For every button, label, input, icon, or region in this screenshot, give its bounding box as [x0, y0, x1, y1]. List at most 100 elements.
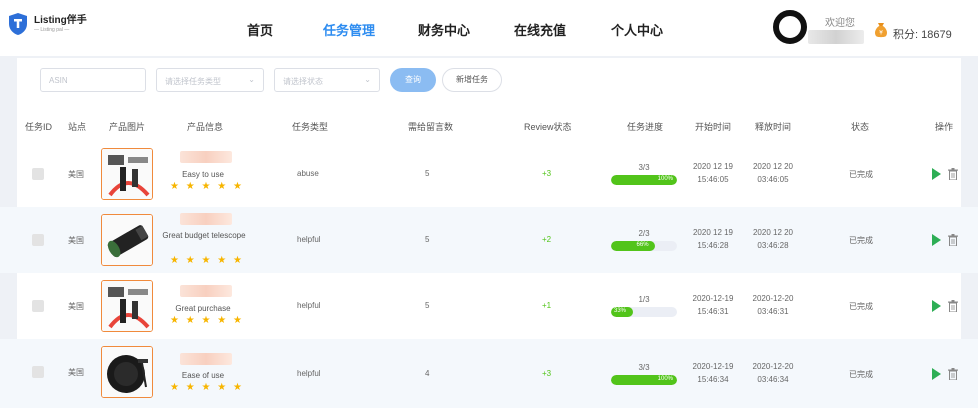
progress-fill: 33% [611, 307, 633, 317]
progress-percent: 100% [657, 376, 673, 382]
start-time-cell: 2020 12 19 15:46:05 [683, 160, 743, 186]
product-photo-icon [102, 347, 152, 397]
header-review-count: 需给留言数 [408, 122, 454, 132]
release-date: 2020 12 20 [752, 228, 794, 237]
start-clock: 15:46:31 [697, 307, 729, 316]
header-task-progress: 任务进度 [627, 122, 664, 132]
task-type-placeholder: 请选择任务类型 [165, 77, 221, 86]
status-select[interactable]: 请选择状态 ⌄ [274, 68, 380, 92]
trash-icon[interactable] [948, 168, 958, 180]
table-row: 美国 Easy to use ★ ★ ★ ★ ★ abuse 5 +3 3/3 … [0, 141, 978, 207]
release-time-cell: 2020-12-20 03:46:31 [743, 292, 803, 318]
start-time-cell: 2020-12-19 15:46:31 [683, 292, 743, 318]
task-id-blurred [32, 168, 44, 180]
chevron-down-icon: ⌄ [364, 75, 371, 84]
money-bag-icon: ¥ [875, 23, 887, 38]
site-cell: 美国 [68, 302, 84, 311]
product-photo-icon [102, 149, 152, 199]
trash-icon[interactable] [948, 300, 958, 312]
progress-percent: 33% [614, 308, 627, 314]
nav-online-recharge[interactable]: 在线充值 [514, 20, 566, 39]
release-clock: 03:46:31 [757, 307, 789, 316]
header-actions: 操作 [935, 122, 954, 132]
username-blurred [808, 30, 864, 44]
start-clock: 15:46:05 [697, 175, 729, 184]
rating-stars: ★ ★ ★ ★ ★ [170, 315, 244, 326]
product-title-blurred [180, 213, 232, 225]
new-task-button[interactable]: 新增任务 [442, 68, 502, 92]
asin-input[interactable]: ASIN [40, 68, 146, 92]
status-cell: 已完成 [849, 370, 873, 379]
start-date: 2020 12 19 [692, 228, 734, 237]
play-icon[interactable] [932, 234, 941, 246]
review-status-cell: +3 [542, 169, 552, 178]
site-cell: 美国 [68, 170, 84, 179]
start-date: 2020-12-19 [692, 362, 734, 371]
product-name: Great purchase [175, 304, 231, 313]
status-placeholder: 请选择状态 [283, 77, 323, 86]
task-type-cell: helpful [297, 369, 321, 378]
play-icon[interactable] [932, 300, 941, 312]
product-image[interactable] [101, 280, 153, 332]
table-row: 美国 Ease of use ★ ★ ★ ★ ★ helpful 4 +3 3/… [0, 339, 978, 408]
header-product-image: 产品图片 [109, 122, 146, 132]
product-image[interactable] [101, 214, 153, 266]
rating-stars: ★ ★ ★ ★ ★ [170, 181, 244, 192]
trash-icon[interactable] [948, 234, 958, 246]
nav-home[interactable]: 首页 [247, 20, 273, 39]
search-button[interactable]: 查询 [390, 68, 436, 92]
release-time-cell: 2020 12 20 03:46:28 [743, 226, 803, 252]
site-cell: 美国 [68, 236, 84, 245]
progress-bar: 66% [611, 241, 677, 251]
table-row: 美国 Great purchase ★ ★ ★ ★ ★ helpful 5 +1… [0, 273, 978, 339]
release-date: 2020-12-20 [752, 294, 794, 303]
play-icon[interactable] [932, 368, 941, 380]
review-count-cell: 4 [425, 369, 430, 378]
task-type-cell: helpful [297, 235, 321, 244]
logo-shield-icon [9, 13, 27, 35]
table-row: 美国 Great budget telescope ★ ★ ★ ★ ★ help… [0, 207, 978, 273]
review-count-cell: 5 [425, 235, 430, 244]
progress-percent: 100% [657, 176, 673, 182]
task-id-blurred [32, 234, 44, 246]
logo[interactable]: Listing伴手 — Listing pal — [8, 12, 87, 36]
start-time-cell: 2020-12-19 15:46:34 [683, 360, 743, 386]
product-photo-icon [102, 215, 152, 265]
review-status-cell: +2 [542, 235, 552, 244]
product-image[interactable] [101, 346, 153, 398]
trash-icon[interactable] [948, 368, 958, 380]
review-count-cell: 5 [425, 169, 430, 178]
task-type-select[interactable]: 请选择任务类型 ⌄ [156, 68, 264, 92]
progress-fill: 100% [611, 175, 677, 185]
release-clock: 03:46:34 [757, 375, 789, 384]
product-title-blurred [180, 151, 232, 163]
review-status-cell: +1 [542, 301, 552, 310]
progress-text: 3/3 [638, 363, 650, 372]
nav-personal-center[interactable]: 个人中心 [611, 20, 663, 39]
release-clock: 03:46:05 [757, 175, 789, 184]
progress-percent: 66% [636, 242, 649, 248]
play-icon[interactable] [932, 168, 941, 180]
start-date: 2020 12 19 [692, 162, 734, 171]
release-date: 2020 12 20 [752, 162, 794, 171]
status-cell: 已完成 [849, 236, 873, 245]
product-name: Easy to use [182, 170, 224, 179]
progress-fill: 66% [611, 241, 655, 251]
rating-stars: ★ ★ ★ ★ ★ [170, 255, 244, 266]
progress-bar: 33% [611, 307, 677, 317]
header-task-id: 任务ID [25, 122, 53, 132]
header-review-status: Review状态 [524, 122, 572, 132]
nav-finance-center[interactable]: 财务中心 [418, 20, 470, 39]
nav-task-management[interactable]: 任务管理 [323, 20, 375, 39]
start-date: 2020-12-19 [692, 294, 734, 303]
task-id-blurred [32, 366, 44, 378]
header-start-time: 开始时间 [695, 122, 732, 132]
product-image[interactable] [101, 148, 153, 200]
avatar[interactable] [773, 10, 807, 44]
progress-text: 3/3 [638, 163, 650, 172]
points-display: 积分: 18679 [893, 29, 952, 41]
progress-fill: 100% [611, 375, 677, 385]
header-site: 站点 [68, 122, 87, 132]
status-cell: 已完成 [849, 302, 873, 311]
svg-text:¥: ¥ [879, 30, 883, 37]
